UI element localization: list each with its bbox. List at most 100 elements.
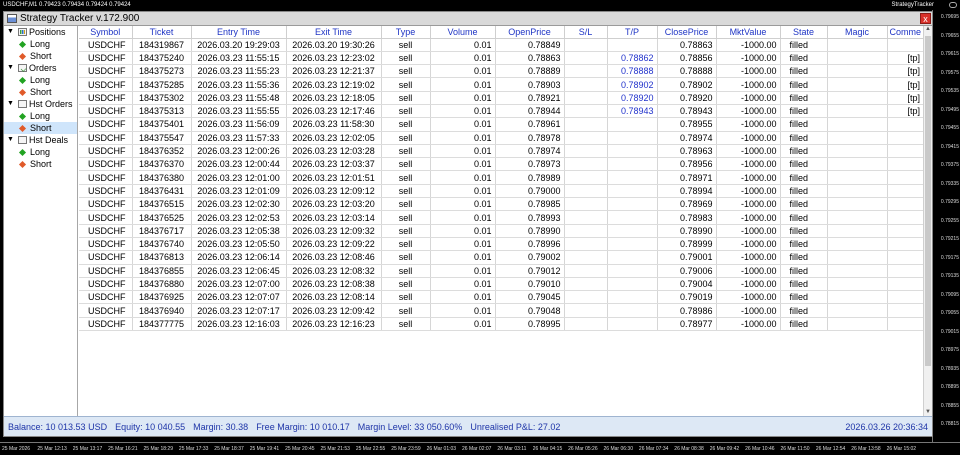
cell-volume: 0.01 bbox=[430, 250, 496, 265]
expand-arrow-icon[interactable]: ▼ bbox=[7, 134, 14, 146]
tree-item-short[interactable]: Short bbox=[4, 86, 77, 98]
time-tick-label: 25 Mar 22:55 bbox=[355, 446, 386, 452]
cell-entrytime: 2026.03.23 12:16:03 bbox=[191, 317, 287, 332]
cell-type: sell bbox=[381, 144, 431, 159]
cell-symbol: USDCHF bbox=[79, 290, 133, 305]
table-row[interactable]: USDCHF 184376813 2026.03.23 12:06:14 2026.0… bbox=[79, 250, 925, 265]
column-header[interactable]: S/L bbox=[564, 26, 608, 39]
tree-group-hst-orders[interactable]: ▼ Hst Orders bbox=[4, 98, 77, 110]
table-row[interactable]: USDCHF 184376352 2026.03.23 12:00:26 2026.0… bbox=[79, 144, 925, 159]
tree-item-short[interactable]: Short bbox=[4, 122, 77, 134]
table-header-row: Symbol Ticket Entry Time Exit Time Type Volum… bbox=[79, 26, 925, 39]
column-header[interactable]: Exit Time bbox=[286, 26, 382, 39]
tree-item-long[interactable]: Long bbox=[4, 74, 77, 86]
cell-entrytime: 2026.03.23 11:55:23 bbox=[191, 64, 287, 79]
cell-magic bbox=[827, 131, 888, 145]
table-row[interactable]: USDCHF 184375401 2026.03.23 11:56:09 2026.0… bbox=[79, 117, 925, 132]
cell-tp bbox=[607, 290, 658, 305]
table-row[interactable]: USDCHF 184376717 2026.03.23 12:05:38 2026.0… bbox=[79, 224, 925, 238]
column-header[interactable]: ClosePrice bbox=[657, 26, 717, 39]
expand-arrow-icon[interactable]: ▼ bbox=[7, 62, 14, 74]
table-row[interactable]: USDCHF 184376431 2026.03.23 12:01:09 2026.0… bbox=[79, 184, 925, 199]
tree-item-short[interactable]: Short bbox=[4, 158, 77, 170]
cell-magic bbox=[827, 303, 888, 318]
table-row[interactable]: USDCHF 184375273 2026.03.23 11:55:23 2026.0… bbox=[79, 64, 925, 79]
cell-sl bbox=[564, 250, 608, 265]
cell-state: filled bbox=[780, 197, 828, 212]
cell-closeprice: 0.78888 bbox=[657, 64, 717, 79]
window-icon bbox=[7, 14, 17, 23]
column-header[interactable]: Volume bbox=[430, 26, 496, 39]
cell-mktvalue: -1000.00 bbox=[716, 303, 781, 318]
column-header[interactable]: Type bbox=[381, 26, 431, 39]
cell-state: filled bbox=[780, 210, 828, 225]
tree-group-positions[interactable]: ▼ Positions bbox=[4, 26, 77, 38]
table-row[interactable]: USDCHF 184376525 2026.03.23 12:02:53 2026.0… bbox=[79, 210, 925, 225]
cell-magic bbox=[827, 38, 888, 52]
table-row[interactable]: USDCHF 184375302 2026.03.23 11:55:48 2026.0… bbox=[79, 91, 925, 105]
tree-group-orders[interactable]: ▼ Orders bbox=[4, 62, 77, 74]
cell-tp bbox=[607, 38, 658, 52]
table-row[interactable]: USDCHF 184375547 2026.03.23 11:57:33 2026.0… bbox=[79, 131, 925, 145]
cell-entrytime: 2026.03.23 12:02:53 bbox=[191, 210, 287, 225]
cell-sl bbox=[564, 317, 608, 332]
scrollbar-thumb[interactable] bbox=[925, 36, 931, 366]
column-header[interactable]: State bbox=[780, 26, 828, 39]
cell-closeprice: 0.78955 bbox=[657, 117, 717, 132]
cell-magic bbox=[827, 224, 888, 238]
table-row[interactable]: USDCHF 184376370 2026.03.23 12:00:44 2026.0… bbox=[79, 157, 925, 172]
vertical-scrollbar[interactable]: ▲ ▼ bbox=[923, 26, 932, 418]
panel-titlebar[interactable]: Strategy Tracker v.172.900 x bbox=[4, 12, 932, 26]
time-tick-label: 25 Mar 18:29 bbox=[143, 446, 173, 452]
column-header[interactable]: Comme bbox=[887, 26, 925, 39]
time-tick-label: 25 Mar 17:33 bbox=[178, 446, 209, 452]
table-row[interactable]: USDCHF 184376855 2026.03.23 12:06:45 2026.0… bbox=[79, 264, 925, 278]
column-header[interactable]: OpenPrice bbox=[495, 26, 565, 39]
document-icon bbox=[18, 100, 27, 108]
table-row[interactable]: USDCHF 184375313 2026.03.23 11:55:55 2026.0… bbox=[79, 104, 925, 119]
expand-arrow-icon[interactable]: ▼ bbox=[7, 98, 14, 110]
cell-magic bbox=[827, 51, 888, 66]
column-header[interactable]: Entry Time bbox=[191, 26, 287, 39]
table-row[interactable]: USDCHF 184375285 2026.03.23 11:55:36 2026.0… bbox=[79, 77, 925, 92]
cell-exittime: 2026.03.23 12:09:32 bbox=[286, 224, 382, 238]
close-button[interactable]: x bbox=[920, 13, 931, 24]
table-row[interactable]: USDCHF 184376880 2026.03.23 12:07:00 2026.0… bbox=[79, 277, 925, 292]
cell-entrytime: 2026.03.23 12:07:17 bbox=[191, 303, 287, 318]
table-row[interactable]: USDCHF 184376380 2026.03.23 12:01:00 2026.0… bbox=[79, 170, 925, 185]
column-header[interactable]: Symbol bbox=[79, 26, 133, 39]
cell-exittime: 2026.03.23 12:18:05 bbox=[286, 91, 382, 105]
scroll-up-icon[interactable]: ▲ bbox=[924, 26, 932, 35]
table-row[interactable]: USDCHF 184376740 2026.03.23 12:05:50 2026.0… bbox=[79, 237, 925, 252]
column-header[interactable]: MktValue bbox=[716, 26, 781, 39]
cell-comme bbox=[887, 237, 925, 252]
cell-ticket: 184376431 bbox=[132, 184, 192, 199]
cell-sl bbox=[564, 237, 608, 252]
table-row[interactable]: USDCHF 184376940 2026.03.23 12:07:17 2026.0… bbox=[79, 303, 925, 318]
cell-symbol: USDCHF bbox=[79, 184, 133, 199]
price-tick-label: 0.79655 bbox=[940, 32, 959, 39]
cell-comme: [tp] bbox=[887, 91, 925, 105]
tree-group-hst-deals[interactable]: ▼ Hst Deals bbox=[4, 134, 77, 146]
equity-text: Equity: 10 040.55 bbox=[115, 421, 186, 432]
table-row[interactable]: USDCHF 184377775 2026.03.23 12:16:03 2026.0… bbox=[79, 317, 925, 332]
tree-item-long[interactable]: Long bbox=[4, 38, 77, 50]
table-row[interactable]: USDCHF 184375240 2026.03.23 11:55:15 2026.0… bbox=[79, 51, 925, 66]
cell-type: sell bbox=[381, 210, 431, 225]
column-header[interactable]: Magic bbox=[827, 26, 888, 39]
cell-ticket: 184319867 bbox=[132, 38, 192, 52]
cell-symbol: USDCHF bbox=[79, 277, 133, 292]
cell-entrytime: 2026.03.23 11:55:55 bbox=[191, 104, 287, 119]
column-header[interactable]: T/P bbox=[607, 26, 658, 39]
cell-type: sell bbox=[381, 131, 431, 145]
expand-arrow-icon[interactable]: ▼ bbox=[7, 26, 14, 38]
table-row[interactable]: USDCHF 184376925 2026.03.23 12:07:07 2026.0… bbox=[79, 290, 925, 305]
column-header[interactable]: Ticket bbox=[132, 26, 192, 39]
tree-item-short[interactable]: Short bbox=[4, 50, 77, 62]
cell-openprice: 0.78903 bbox=[495, 77, 565, 92]
table-row[interactable]: USDCHF 184376515 2026.03.23 12:02:30 2026.0… bbox=[79, 197, 925, 212]
free-margin-text: Free Margin: 10 010.17 bbox=[256, 421, 350, 432]
table-row[interactable]: USDCHF 184319867 2026.03.20 19:29:03 2026.0… bbox=[79, 38, 925, 52]
tree-item-long[interactable]: Long bbox=[4, 146, 77, 158]
tree-item-long[interactable]: Long bbox=[4, 110, 77, 122]
